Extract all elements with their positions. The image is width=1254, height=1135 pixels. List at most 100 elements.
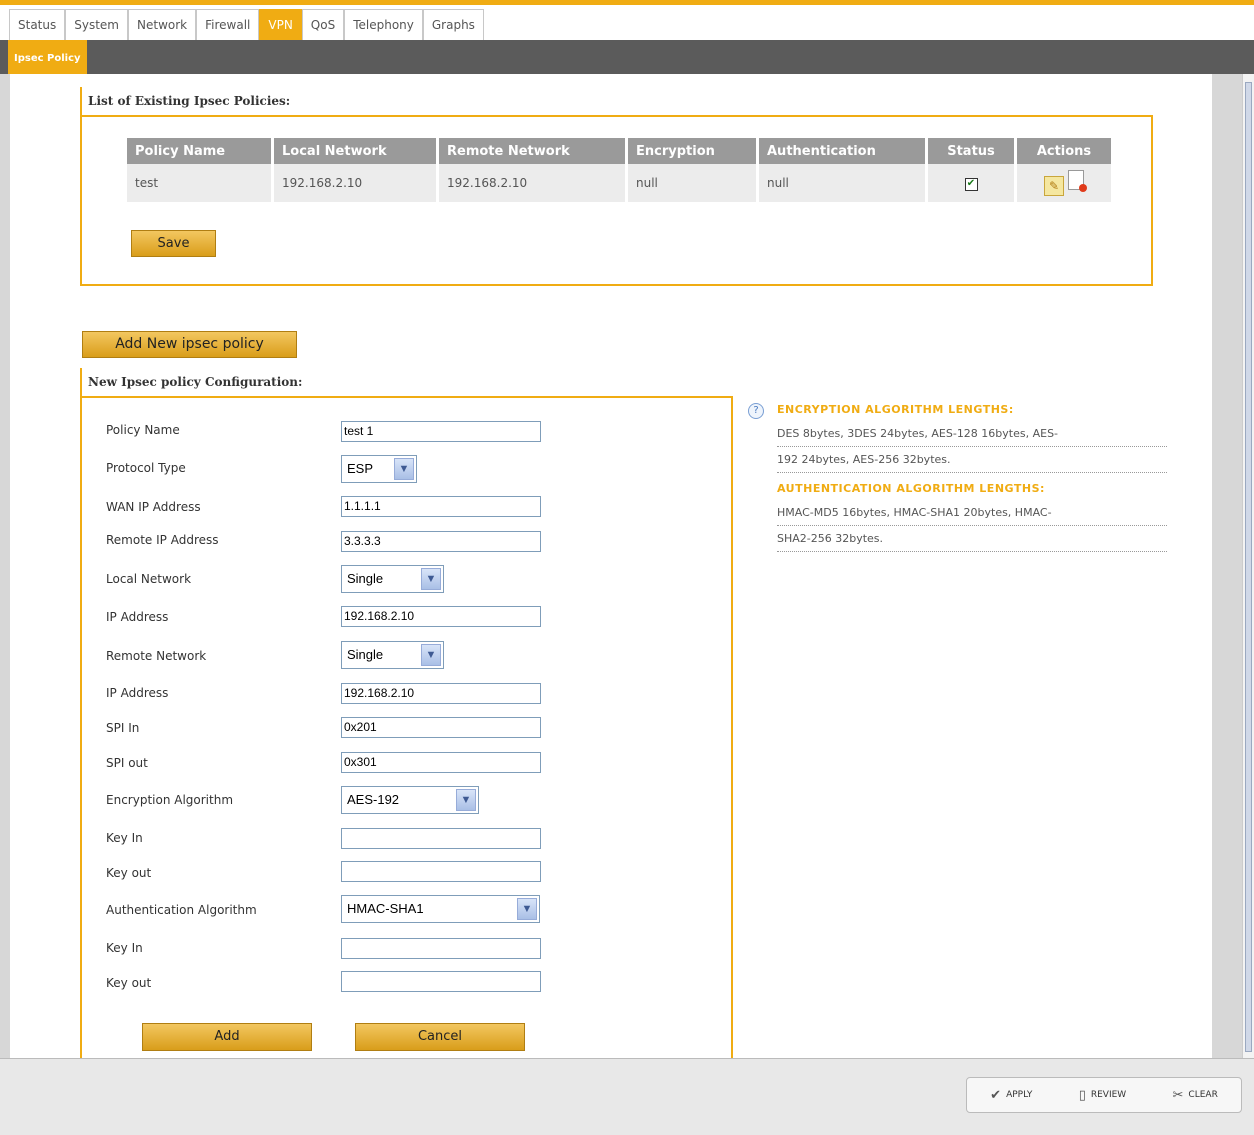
cell-status: ✔ xyxy=(928,164,1014,202)
status-checkbox[interactable]: ✔ xyxy=(964,178,978,191)
remote-network-label: Remote Network xyxy=(106,649,207,663)
save-button[interactable]: Save xyxy=(131,230,216,257)
tab-status[interactable]: Status xyxy=(9,9,66,40)
main-tabs: Status System Network Firewall VPN QoS T… xyxy=(9,9,484,40)
local-network-label: Local Network xyxy=(106,572,192,586)
policy-name-label: Policy Name xyxy=(106,423,180,437)
tab-vpn[interactable]: VPN xyxy=(259,9,302,40)
tab-network[interactable]: Network xyxy=(128,9,197,40)
authentication-algorithm-value: HMAC-SHA1 xyxy=(347,901,424,916)
encryption-lengths-title: ENCRYPTION ALGORITHM LENGTHS: xyxy=(777,403,1014,416)
authentication-lengths-line-2: SHA2-256 32bytes. xyxy=(777,526,1167,552)
right-gutter xyxy=(1212,74,1242,1058)
auth-key-in-input[interactable] xyxy=(341,938,541,959)
review-button[interactable]: ▯ REVIEW xyxy=(1079,1088,1127,1103)
local-network-select[interactable]: Single ▼ xyxy=(341,565,444,593)
policy-name-input[interactable]: test 1 xyxy=(341,421,541,442)
remote-network-select[interactable]: Single ▼ xyxy=(341,641,444,669)
table-header-row: Policy Name Local Network Remote Network… xyxy=(127,138,1111,164)
spi-out-input[interactable]: 0x301 xyxy=(341,752,541,773)
cell-encryption: null xyxy=(628,164,756,202)
document-icon: ▯ xyxy=(1078,1087,1086,1103)
chevron-down-icon[interactable]: ▼ xyxy=(394,458,414,480)
policies-table: Policy Name Local Network Remote Network… xyxy=(124,138,1114,202)
scrollbar-thumb[interactable] xyxy=(1245,82,1252,1052)
delete-icon[interactable] xyxy=(1068,170,1087,192)
encryption-algorithm-select[interactable]: AES-192 ▼ xyxy=(341,786,479,814)
new-policy-legend: New Ipsec policy Configuration: xyxy=(80,368,309,396)
apply-button[interactable]: ✔ APPLY xyxy=(990,1088,1032,1103)
edit-icon[interactable]: ✎ xyxy=(1044,176,1064,196)
cell-actions: ✎ xyxy=(1017,164,1111,202)
authentication-lengths-text: HMAC-MD5 16bytes, HMAC-SHA1 20bytes, HMA… xyxy=(777,500,1167,552)
authentication-lengths-title: AUTHENTICATION ALGORITHM LENGTHS: xyxy=(777,482,1045,495)
remote-network-value: Single xyxy=(347,647,384,662)
check-icon: ✔ xyxy=(990,1087,1002,1103)
auth-key-in-label: Key In xyxy=(106,941,143,955)
footer-actions: ✔ APPLY ▯ REVIEW ✂ CLEAR xyxy=(966,1077,1242,1113)
local-ip-input[interactable]: 192.168.2.10 xyxy=(341,606,541,627)
enc-key-in-input[interactable] xyxy=(341,828,541,849)
col-remote-network: Remote Network xyxy=(439,138,625,164)
tab-qos[interactable]: QoS xyxy=(301,9,345,40)
tab-telephony[interactable]: Telephony xyxy=(344,9,423,40)
chevron-down-icon[interactable]: ▼ xyxy=(421,568,441,590)
chevron-down-icon[interactable]: ▼ xyxy=(421,644,441,666)
tab-graphs[interactable]: Graphs xyxy=(422,9,484,40)
local-ip-label: IP Address xyxy=(106,610,169,624)
scissors-icon: ✂ xyxy=(1172,1087,1184,1103)
col-policy-name: Policy Name xyxy=(127,138,271,164)
encryption-algorithm-label: Encryption Algorithm xyxy=(106,793,234,807)
local-network-value: Single xyxy=(347,571,384,586)
enc-key-in-label: Key In xyxy=(106,831,143,845)
apply-label: APPLY xyxy=(1006,1090,1033,1100)
encryption-algorithm-value: AES-192 xyxy=(347,792,400,807)
col-actions: Actions xyxy=(1017,138,1111,164)
clear-button[interactable]: ✂ CLEAR xyxy=(1173,1088,1218,1103)
encryption-lengths-line-1: DES 8bytes, 3DES 24bytes, AES-128 16byte… xyxy=(777,421,1167,447)
cancel-button[interactable]: Cancel xyxy=(355,1023,525,1051)
left-gutter xyxy=(0,74,10,1058)
review-label: REVIEW xyxy=(1090,1090,1127,1100)
cell-authentication: null xyxy=(759,164,925,202)
vertical-scrollbar[interactable] xyxy=(1242,74,1254,1058)
authentication-algorithm-label: Authentication Algorithm xyxy=(106,903,257,917)
help-icon: ? xyxy=(748,403,764,419)
existing-policies-legend: List of Existing Ipsec Policies: xyxy=(80,87,297,115)
enc-key-out-label: Key out xyxy=(106,866,152,880)
cell-remote-network: 192.168.2.10 xyxy=(439,164,625,202)
protocol-type-value: ESP xyxy=(347,461,374,476)
encryption-lengths-line-2: 192 24bytes, AES-256 32bytes. xyxy=(777,447,1167,473)
authentication-lengths-line-1: HMAC-MD5 16bytes, HMAC-SHA1 20bytes, HMA… xyxy=(777,500,1167,526)
col-local-network: Local Network xyxy=(274,138,436,164)
tab-firewall[interactable]: Firewall xyxy=(196,9,260,40)
encryption-lengths-text: DES 8bytes, 3DES 24bytes, AES-128 16byte… xyxy=(777,421,1167,473)
remote-ip-input[interactable]: 3.3.3.3 xyxy=(341,531,541,552)
clear-label: CLEAR xyxy=(1188,1090,1218,1100)
remote-net-ip-label: IP Address xyxy=(106,686,169,700)
protocol-type-label: Protocol Type xyxy=(106,461,186,475)
subtab-ipsec-policy[interactable]: Ipsec Policy xyxy=(8,40,87,74)
auth-key-out-label: Key out xyxy=(106,976,152,990)
protocol-type-select[interactable]: ESP ▼ xyxy=(341,455,417,483)
chevron-down-icon[interactable]: ▼ xyxy=(456,789,476,811)
add-new-ipsec-policy-button[interactable]: Add New ipsec policy xyxy=(82,331,297,358)
spi-in-label: SPI In xyxy=(106,721,140,735)
wan-ip-input[interactable]: 1.1.1.1 xyxy=(341,496,541,517)
col-status: Status xyxy=(928,138,1014,164)
tab-system[interactable]: System xyxy=(65,9,128,40)
chevron-down-icon[interactable]: ▼ xyxy=(517,898,537,920)
cell-policy-name: test xyxy=(127,164,271,202)
table-row: test 192.168.2.10 192.168.2.10 null null… xyxy=(127,164,1111,202)
add-button[interactable]: Add xyxy=(142,1023,312,1051)
authentication-algorithm-select[interactable]: HMAC-SHA1 ▼ xyxy=(341,895,540,923)
auth-key-out-input[interactable] xyxy=(341,971,541,992)
wan-ip-label: WAN IP Address xyxy=(106,500,201,514)
spi-out-label: SPI out xyxy=(106,756,148,770)
spi-in-input[interactable]: 0x201 xyxy=(341,717,541,738)
col-encryption: Encryption xyxy=(628,138,756,164)
enc-key-out-input[interactable] xyxy=(341,861,541,882)
remote-ip-label: Remote IP Address xyxy=(106,533,219,547)
cell-local-network: 192.168.2.10 xyxy=(274,164,436,202)
remote-net-ip-input[interactable]: 192.168.2.10 xyxy=(341,683,541,704)
